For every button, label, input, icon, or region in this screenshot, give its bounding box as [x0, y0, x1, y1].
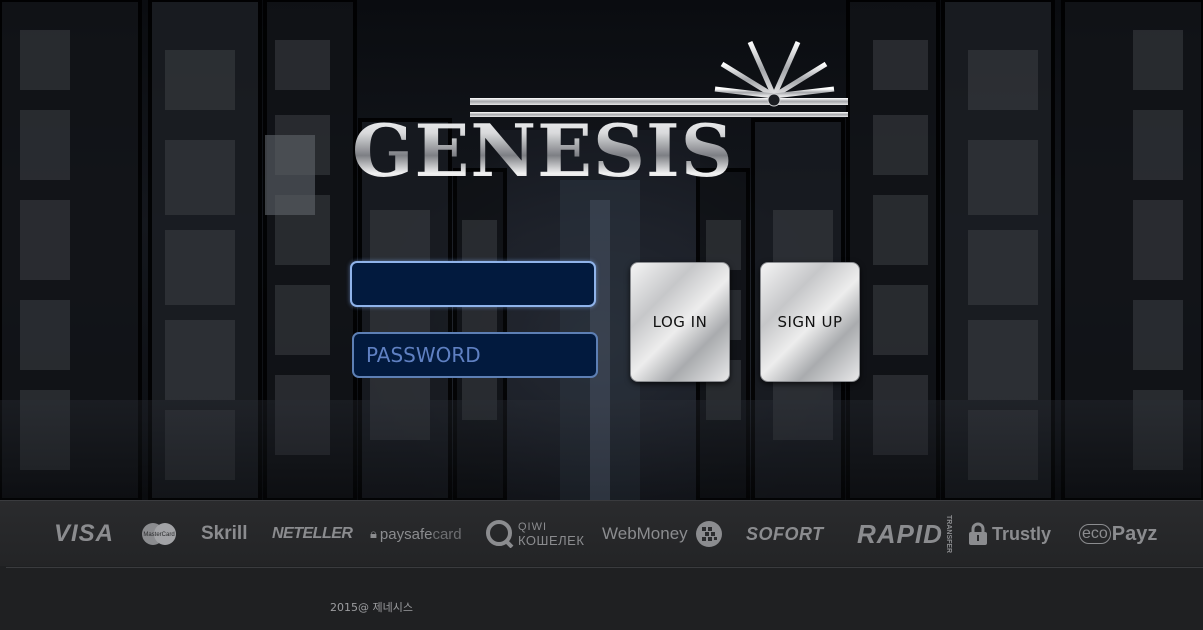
- visa-logo: VISA: [54, 520, 115, 547]
- genesis-logo: GENESIS: [350, 34, 856, 194]
- ecopayz-label-a: eco: [1079, 524, 1111, 544]
- ecopayz-label-b: Payz: [1111, 522, 1158, 545]
- rapid-label: RAPID: [857, 518, 943, 549]
- logo-wordmark: GENESIS: [352, 106, 734, 196]
- webmoney-logo: WebMoney: [602, 501, 724, 567]
- ecopayz-logo: eco Payz: [1079, 501, 1157, 567]
- hero-section: GENESIS LOG IN SIGN UP: [0, 0, 1203, 500]
- login-button[interactable]: LOG IN: [630, 262, 730, 382]
- password-input[interactable]: [352, 332, 598, 378]
- trustly-logo: Trustly: [968, 501, 1051, 567]
- lock-icon: [969, 522, 987, 545]
- neteller-logo: NETELLER: [272, 525, 353, 542]
- webmoney-label: WebMoney: [602, 524, 688, 543]
- copyright-text: 2015@ 제네시스: [330, 601, 413, 614]
- payment-methods-strip: VISA MasterCard Skrill NETELLER 🔒︎ paysa…: [0, 500, 1203, 567]
- paysafecard-label-b: card: [432, 525, 462, 543]
- footer: 2015@ 제네시스: [0, 566, 1203, 630]
- qiwi-icon: [486, 520, 514, 548]
- qiwi-logo: QIWI КОШЕЛЕК: [486, 501, 584, 567]
- page: GENESIS LOG IN SIGN UP VISA MasterCard S…: [0, 0, 1203, 630]
- rapid-sub-label: TRANSFER: [944, 514, 952, 554]
- sofort-logo: SOFORT: [746, 523, 824, 544]
- skrill-logo: Skrill: [201, 523, 248, 544]
- mastercard-label: MasterCard: [143, 532, 174, 538]
- trustly-label: Trustly: [992, 523, 1052, 544]
- mastercard-icon: MasterCard: [142, 523, 176, 545]
- mastercard-logo: MasterCard: [141, 501, 177, 567]
- paysafecard-label-a: paysafe: [379, 525, 433, 543]
- username-input[interactable]: [350, 261, 596, 307]
- paysafecard-logo: 🔒︎ paysafe card: [370, 501, 462, 567]
- signup-button[interactable]: SIGN UP: [760, 262, 860, 382]
- globe-icon: [695, 521, 722, 547]
- padlock-icon: 🔒︎: [370, 526, 377, 541]
- qiwi-wallet-label: КОШЕЛЕК: [518, 533, 585, 548]
- footer-divider: [6, 567, 1203, 568]
- rapid-transfer-logo: RAPID TRANSFER: [857, 501, 952, 567]
